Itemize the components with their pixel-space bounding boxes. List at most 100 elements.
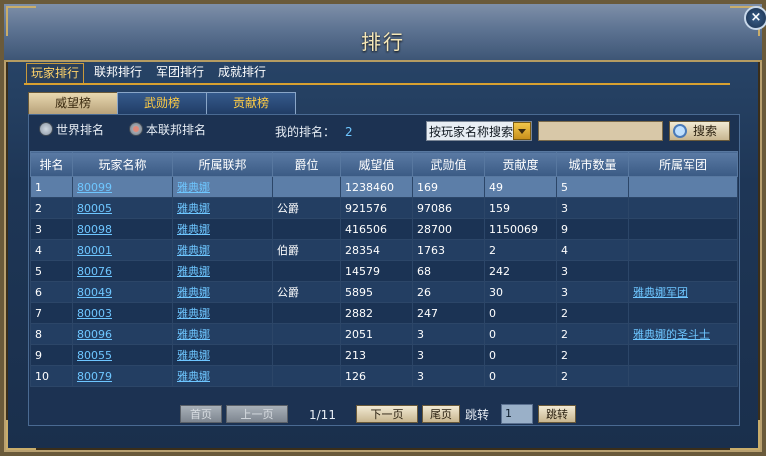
rank-cell: 10 [30, 365, 73, 387]
table-row[interactable]: 1 80099 雅典娜 1238460 169 49 5 [30, 176, 738, 198]
player-name-link[interactable]: 80005 [77, 202, 112, 215]
merit-cell: 3 [412, 344, 485, 366]
tab-merit-board[interactable]: 武勋榜 [117, 92, 207, 115]
column-header: 所属军团 [628, 151, 738, 177]
federation-link[interactable]: 雅典娜 [177, 202, 210, 215]
tab-federation-ranking[interactable]: 联邦排行 [90, 63, 146, 82]
player-name-link[interactable]: 80055 [77, 349, 112, 362]
player-name-link[interactable]: 80096 [77, 328, 112, 341]
tab-legion-ranking[interactable]: 军团排行 [152, 63, 208, 82]
federation-link[interactable]: 雅典娜 [177, 286, 210, 299]
legion-link[interactable]: 雅典娜军团 [633, 286, 688, 299]
player-name-link[interactable]: 80079 [77, 370, 112, 383]
title-cell [272, 302, 341, 324]
jump-page-input[interactable]: 1 [501, 404, 533, 424]
page-indicator: 1/11 [309, 408, 336, 422]
sub-tab-bar: 威望榜 武勋榜 贡献榜 [26, 92, 726, 115]
search-input[interactable] [538, 121, 663, 141]
radio-federation-ranking[interactable]: 本联邦排名 [129, 122, 206, 138]
merit-cell: 1763 [412, 239, 485, 261]
rank-cell: 5 [30, 260, 73, 282]
federation-link[interactable]: 雅典娜 [177, 307, 210, 320]
search-button[interactable]: 搜索 [669, 121, 730, 141]
merit-cell: 28700 [412, 218, 485, 240]
player-name-cell: 80003 [72, 302, 173, 324]
contribution-cell: 0 [484, 365, 557, 387]
radio-world-ranking[interactable]: 世界排名 [39, 122, 104, 138]
rank-cell: 6 [30, 281, 73, 303]
prestige-cell: 2882 [340, 302, 413, 324]
table-row[interactable]: 6 80049 雅典娜 公爵 5895 26 30 3 雅典娜军团 [30, 281, 738, 303]
table-row[interactable]: 5 80076 雅典娜 14579 68 242 3 [30, 260, 738, 282]
contribution-cell: 1150069 [484, 218, 557, 240]
legion-cell [628, 218, 738, 240]
cities-cell: 2 [556, 323, 629, 345]
cities-cell: 4 [556, 239, 629, 261]
player-name-link[interactable]: 80076 [77, 265, 112, 278]
tab-achievement-ranking[interactable]: 成就排行 [214, 63, 270, 82]
prev-page-button[interactable]: 上一页 [226, 405, 288, 423]
contribution-cell: 49 [484, 176, 557, 198]
federation-link[interactable]: 雅典娜 [177, 328, 210, 341]
table-row[interactable]: 3 80098 雅典娜 416506 28700 1150069 9 [30, 218, 738, 240]
prestige-cell: 1238460 [340, 176, 413, 198]
first-page-button[interactable]: 首页 [180, 405, 222, 423]
prestige-cell: 2051 [340, 323, 413, 345]
column-header: 爵位 [272, 151, 341, 177]
player-name-link[interactable]: 80001 [77, 244, 112, 257]
window-title: 排行 [361, 30, 405, 54]
player-name-link[interactable]: 80003 [77, 307, 112, 320]
federation-link[interactable]: 雅典娜 [177, 244, 210, 257]
close-icon[interactable]: × [744, 6, 766, 30]
my-rank-label: 我的排名： [275, 125, 336, 139]
table-row[interactable]: 9 80055 雅典娜 213 3 0 2 [30, 344, 738, 366]
search-type-select[interactable]: 按玩家名称搜索 [426, 121, 532, 141]
table-row[interactable]: 10 80079 雅典娜 126 3 0 2 [30, 365, 738, 387]
player-name-link[interactable]: 80049 [77, 286, 112, 299]
player-name-cell: 80005 [72, 197, 173, 219]
contribution-cell: 30 [484, 281, 557, 303]
player-name-link[interactable]: 80099 [77, 181, 112, 194]
my-rank-value: 2 [345, 125, 353, 139]
federation-cell: 雅典娜 [172, 218, 273, 240]
rank-cell: 2 [30, 197, 73, 219]
federation-link[interactable]: 雅典娜 [177, 265, 210, 278]
title-cell [272, 176, 341, 198]
tab-contribution-board[interactable]: 贡献榜 [206, 92, 296, 115]
title-cell: 公爵 [272, 197, 341, 219]
merit-cell: 68 [412, 260, 485, 282]
last-page-button[interactable]: 尾页 [422, 405, 460, 423]
table-row[interactable]: 8 80096 雅典娜 2051 3 0 2 雅典娜的圣斗士 [30, 323, 738, 345]
federation-cell: 雅典娜 [172, 260, 273, 282]
cities-cell: 3 [556, 260, 629, 282]
player-name-cell: 80076 [72, 260, 173, 282]
federation-link[interactable]: 雅典娜 [177, 370, 210, 383]
legion-link[interactable]: 雅典娜的圣斗士 [633, 328, 710, 341]
contribution-cell: 0 [484, 302, 557, 324]
legion-cell [628, 260, 738, 282]
cities-cell: 2 [556, 344, 629, 366]
tab-player-ranking[interactable]: 玩家排行 [26, 63, 85, 83]
player-name-link[interactable]: 80098 [77, 223, 112, 236]
jump-button[interactable]: 跳转 [538, 405, 576, 423]
tab-prestige-board[interactable]: 威望榜 [28, 92, 118, 115]
federation-link[interactable]: 雅典娜 [177, 223, 210, 236]
table-row[interactable]: 4 80001 雅典娜 伯爵 28354 1763 2 4 [30, 239, 738, 261]
federation-link[interactable]: 雅典娜 [177, 349, 210, 362]
legion-cell: 雅典娜的圣斗士 [628, 323, 738, 345]
player-name-cell: 80099 [72, 176, 173, 198]
rank-cell: 9 [30, 344, 73, 366]
cities-cell: 5 [556, 176, 629, 198]
federation-link[interactable]: 雅典娜 [177, 181, 210, 194]
table-row[interactable]: 7 80003 雅典娜 2882 247 0 2 [30, 302, 738, 324]
column-header: 武勋值 [412, 151, 485, 177]
legion-cell [628, 344, 738, 366]
table-row[interactable]: 2 80005 雅典娜 公爵 921576 97086 159 3 [30, 197, 738, 219]
jump-label: 跳转 [465, 408, 490, 422]
column-header: 排名 [30, 151, 73, 177]
column-header: 玩家名称 [72, 151, 173, 177]
federation-cell: 雅典娜 [172, 302, 273, 324]
next-page-button[interactable]: 下一页 [356, 405, 418, 423]
chevron-down-icon[interactable] [513, 122, 531, 140]
column-header: 城市数量 [556, 151, 629, 177]
